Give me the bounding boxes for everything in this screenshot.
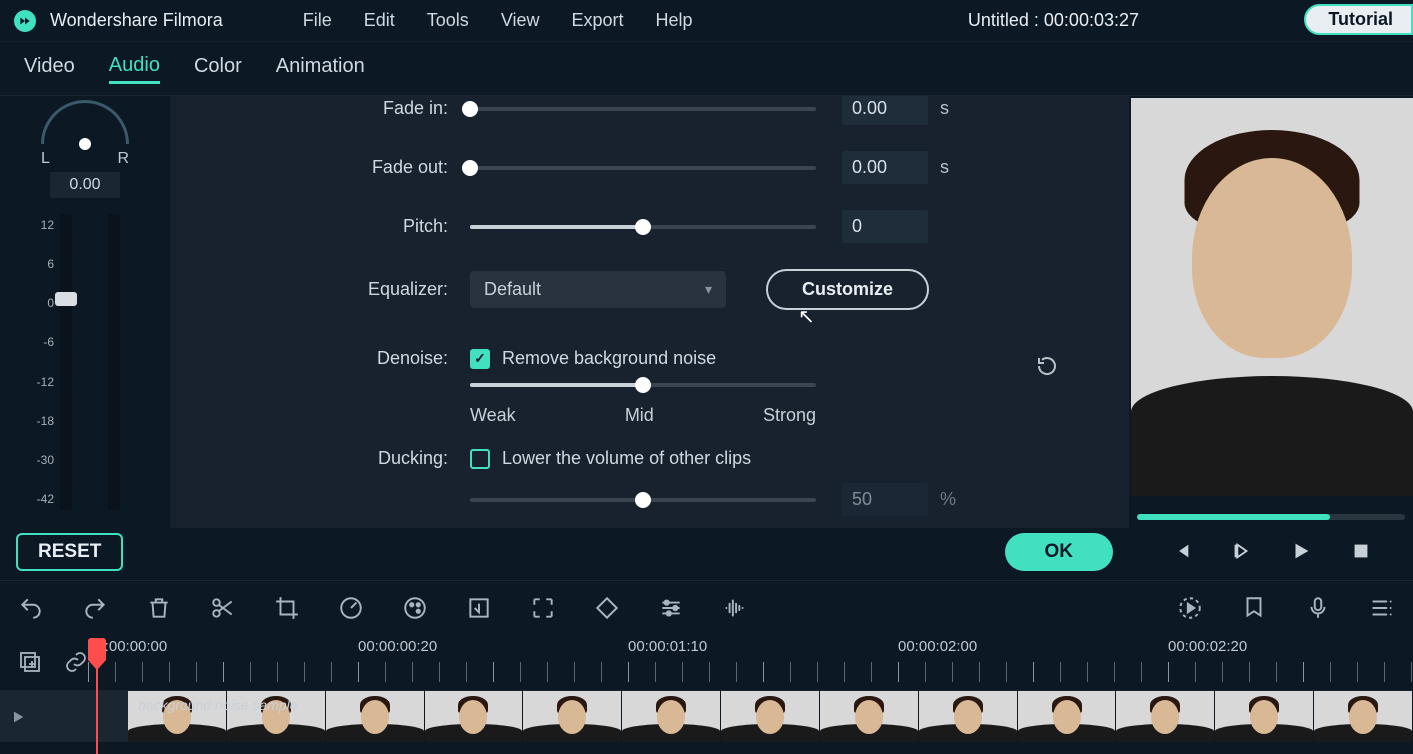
ducking-unit: % (940, 489, 956, 510)
mic-icon[interactable] (1305, 595, 1331, 621)
link-icon[interactable] (64, 650, 88, 674)
color-icon[interactable] (402, 595, 428, 621)
tab-color[interactable]: Color (194, 55, 242, 82)
render-icon[interactable] (1177, 595, 1203, 621)
keyframe-icon[interactable] (594, 595, 620, 621)
playhead[interactable] (88, 638, 106, 660)
prev-frame-button[interactable] (1170, 540, 1192, 562)
balance-dial[interactable] (41, 100, 129, 144)
app-title: Wondershare Filmora (50, 10, 223, 31)
denoise-checkbox[interactable]: ✓ (470, 349, 490, 369)
reset-button[interactable]: RESET (16, 533, 123, 571)
ok-button[interactable]: OK (1005, 533, 1114, 571)
preview-progress[interactable] (1137, 514, 1405, 520)
video-track[interactable]: background noise sample (0, 690, 1413, 742)
menu-export[interactable]: Export (572, 10, 624, 31)
equalizer-label: Equalizer: (170, 279, 470, 300)
play-button[interactable] (1290, 540, 1312, 562)
menu-edit[interactable]: Edit (364, 10, 395, 31)
redo-icon[interactable] (82, 595, 108, 621)
delete-icon[interactable] (146, 595, 172, 621)
gain-scale: 1260-6-12-18-30-42 (0, 214, 60, 510)
fade-out-unit: s (940, 157, 949, 178)
balance-r-label: R (117, 150, 129, 168)
reset-icon[interactable] (1035, 354, 1059, 378)
equalizer-select[interactable]: Default ▾ (470, 271, 726, 308)
audio-properties-panel: Fade in: 0.00 s Fade out: 0.00 s Pitch: … (170, 96, 1129, 576)
fade-out-label: Fade out: (170, 157, 470, 178)
crop-icon[interactable] (274, 595, 300, 621)
fade-in-value[interactable]: 0.00 (842, 96, 928, 125)
fade-in-slider[interactable] (470, 107, 816, 111)
green-screen-icon[interactable] (466, 595, 492, 621)
add-track-icon[interactable] (18, 650, 42, 674)
gain-meter-bar (108, 214, 120, 510)
undo-icon[interactable] (18, 595, 44, 621)
ducking-checkbox[interactable] (470, 449, 490, 469)
menu-tools[interactable]: Tools (427, 10, 469, 31)
pitch-value[interactable]: 0 (842, 210, 928, 243)
fade-in-label: Fade in: (170, 98, 470, 119)
document-title: Untitled : 00:00:03:27 (968, 10, 1139, 31)
menu-bar: File Edit Tools View Export Help (303, 10, 693, 31)
menu-help[interactable]: Help (656, 10, 693, 31)
panel-actions: RESET OK (0, 528, 1129, 576)
marker-icon[interactable] (1241, 595, 1267, 621)
split-icon[interactable] (210, 595, 236, 621)
track-header[interactable] (0, 691, 128, 742)
gain-slider[interactable] (60, 214, 72, 510)
ducking-slider[interactable] (470, 498, 816, 502)
tab-video[interactable]: Video (24, 55, 75, 82)
preview-panel (1129, 96, 1413, 576)
denoise-mid-label: Mid (625, 405, 654, 426)
ducking-label: Ducking: (170, 448, 470, 469)
adjust-icon[interactable] (658, 595, 684, 621)
timeline-toolbar (0, 580, 1413, 634)
customize-button[interactable]: Customize (766, 269, 929, 310)
speed-icon[interactable] (338, 595, 364, 621)
fade-out-slider[interactable] (470, 166, 816, 170)
balance-gain-panel: L R 0.00 1260-6-12-18-30-42 (0, 96, 170, 576)
preview-viewport[interactable] (1131, 98, 1413, 496)
clip-label: background noise sample (138, 697, 298, 713)
tab-animation[interactable]: Animation (276, 55, 365, 82)
pitch-label: Pitch: (170, 216, 470, 237)
equalizer-selected: Default (484, 279, 541, 300)
timeline: 00:00:00:00 00:00:00:20 00:00:01:10 00:0… (0, 634, 1413, 743)
ducking-checkbox-label: Lower the volume of other clips (502, 448, 751, 469)
balance-l-label: L (41, 150, 50, 168)
tutorial-button[interactable]: Tutorial (1304, 4, 1413, 35)
pitch-slider[interactable] (470, 225, 816, 229)
denoise-label: Denoise: (170, 348, 470, 369)
tab-audio[interactable]: Audio (109, 54, 160, 84)
denoise-strong-label: Strong (763, 405, 816, 426)
app-logo-icon (14, 10, 36, 32)
stop-button[interactable] (1350, 540, 1372, 562)
fade-out-value[interactable]: 0.00 (842, 151, 928, 184)
mixer-icon[interactable] (1369, 595, 1395, 621)
panel-tabs: Video Audio Color Animation (0, 42, 1413, 96)
step-button[interactable] (1230, 540, 1252, 562)
fade-in-unit: s (940, 98, 949, 119)
title-bar: Wondershare Filmora File Edit Tools View… (0, 0, 1413, 42)
audio-wave-icon[interactable] (722, 595, 748, 621)
denoise-slider[interactable] (470, 383, 816, 387)
video-clip[interactable]: background noise sample (128, 691, 1413, 742)
timeline-ruler[interactable]: 00:00:00:00 00:00:00:20 00:00:01:10 00:0… (88, 634, 1413, 690)
menu-file[interactable]: File (303, 10, 332, 31)
menu-view[interactable]: View (501, 10, 540, 31)
chevron-down-icon: ▾ (705, 281, 712, 298)
expand-icon[interactable] (530, 595, 556, 621)
ducking-value[interactable]: 50 (842, 483, 928, 516)
denoise-checkbox-label: Remove background noise (502, 348, 716, 369)
balance-value[interactable]: 0.00 (50, 172, 120, 198)
denoise-weak-label: Weak (470, 405, 516, 426)
